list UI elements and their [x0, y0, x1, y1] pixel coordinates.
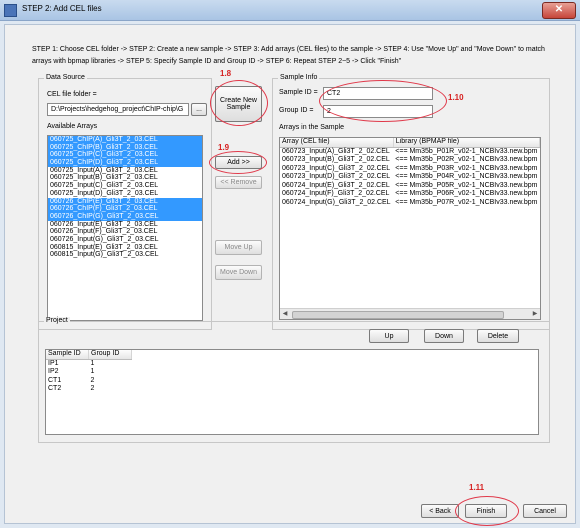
array-list-item[interactable]: 060726_ChIP(F)_Gli3T_2_03.CEL	[48, 205, 202, 213]
array-list-item[interactable]: 060726_Input(G)_Gli3T_2_03.CEL	[48, 236, 202, 244]
sample-id-label: Sample ID =	[279, 89, 318, 96]
array-list-item[interactable]: 060725_ChIP(C)_Gli3T_2_03.CEL	[48, 151, 202, 160]
close-button[interactable]: ✕	[542, 2, 576, 19]
array-cell: 060723_Input(A)_Gli3T_2_02.CEL	[282, 147, 390, 155]
scroll-right-icon[interactable]: ▶	[530, 309, 540, 319]
sample-arrays-table[interactable]: Array (CEL file) Library (BPMAP file) 06…	[279, 137, 541, 320]
table-row[interactable]: 060723_Input(D)_Gli3T_2_02.CEL <== Mm35b_…	[280, 173, 540, 182]
annotation-oval-create	[210, 80, 268, 126]
window-title: STEP 2: Add CEL files	[22, 4, 102, 13]
sample-id-cell: CT2	[48, 385, 62, 392]
table-row[interactable]: 060723_Input(B)_Gli3T_2_02.CEL <== Mm35b_…	[280, 156, 540, 165]
annotation-oval-finish	[455, 496, 519, 526]
array-list-item[interactable]: 060726_ChIP(E)_Gli3T_2_03.CEL	[48, 197, 202, 206]
dialog-body: STEP 1: Choose CEL folder -> STEP 2: Cre…	[4, 24, 576, 526]
library-cell: <== Mm35b_P03R_v02-1_NCBIv33.new.bpm	[395, 164, 538, 172]
library-cell: <== Mm35b_P06R_v02-1_NCBIv33.new.bpm	[395, 190, 538, 197]
scroll-left-icon[interactable]: ◀	[280, 309, 290, 319]
table-row[interactable]: IP2 1	[46, 368, 132, 377]
annotation-1-8: 1.8	[220, 69, 232, 78]
array-list-item[interactable]: 060725_ChIP(A)_Gli3T_2_03.CEL	[48, 136, 202, 144]
table-row[interactable]: 060723_Input(C)_Gli3T_2_02.CEL <== Mm35b_…	[280, 165, 540, 174]
library-cell: <== Mm35b_P01R_v02-1_NCBIv33.new.bpm	[395, 147, 538, 155]
app-icon	[4, 4, 17, 17]
title-bar: STEP 2: Add CEL files ✕	[0, 0, 580, 21]
array-cell: 060724_Input(E)_Gli3T_2_02.CEL	[282, 181, 390, 189]
array-list-item[interactable]: 060725_ChIP(D)_Gli3T_2_03.CEL	[48, 159, 202, 167]
project-grid: Sample ID Group ID IP1 1 IP2 1 CT1 2 CT2 2	[46, 350, 132, 394]
array-list-item[interactable]: 060726_Input(E)_Gli3T_2_03.CEL	[48, 221, 202, 229]
array-list-item[interactable]: 060725_Input(B)_Gli3T_2_03.CEL	[48, 174, 202, 182]
project-table[interactable]: Sample ID Group ID IP1 1 IP2 1 CT1 2 CT2 2	[45, 349, 539, 435]
sample-arrays-grid: Array (CEL file) Library (BPMAP file) 06…	[280, 138, 540, 207]
group-id-cell: 2	[90, 385, 95, 392]
annotation-oval-sample-info	[319, 80, 447, 122]
array-list-item[interactable]: 060725_Input(D)_Gli3T_2_03.CEL	[48, 190, 202, 198]
scroll-thumb[interactable]	[292, 311, 504, 319]
data-source-label: Data Source	[44, 74, 87, 81]
col-group-id-header[interactable]: Group ID	[88, 350, 132, 360]
table-row[interactable]: IP1 1	[46, 359, 132, 368]
sample-id-cell: IP1	[48, 359, 59, 367]
table-row[interactable]: 060723_Input(A)_Gli3T_2_02.CEL <== Mm35b_…	[280, 147, 540, 156]
array-list-item[interactable]: 060725_Input(A)_Gli3T_2_03.CEL	[48, 167, 202, 175]
col-array-header[interactable]: Array (CEL file)	[280, 138, 394, 148]
array-list-item[interactable]: 060815_Input(G)_Gli3T_2_03.CEL	[48, 251, 202, 259]
available-arrays-list[interactable]: 060725_ChIP(A)_Gli3T_2_03.CEL 060725_ChIP…	[47, 135, 203, 321]
table-row[interactable]: 060724_Input(E)_Gli3T_2_02.CEL <== Mm35b_…	[280, 182, 540, 191]
annotation-1-10: 1.10	[448, 93, 464, 102]
array-list-item[interactable]: 060815_Input(E)_Gli3T_2_03.CEL	[48, 244, 202, 252]
array-cell: 060724_Input(G)_Gli3T_2_02.CEL	[282, 198, 391, 206]
project-up-button[interactable]: Up	[369, 329, 409, 343]
table-row[interactable]: 060724_Input(G)_Gli3T_2_02.CEL <== Mm35b_…	[280, 199, 540, 208]
remove-button[interactable]: << Remove	[215, 176, 262, 189]
group-id-label: Group ID =	[279, 107, 314, 114]
table-row[interactable]: CT1 2	[46, 377, 132, 386]
browse-button[interactable]: ...	[191, 103, 207, 116]
project-delete-button[interactable]: Delete	[477, 329, 519, 343]
library-cell: <== Mm35b_P04R_v02-1_NCBIv33.new.bpm	[395, 173, 538, 180]
sample-info-label: Sample Info	[278, 74, 320, 81]
cel-folder-label: CEL file folder =	[47, 91, 97, 98]
project-label: Project	[44, 317, 70, 324]
col-sample-id-header[interactable]: Sample ID	[46, 350, 89, 360]
library-cell: <== Mm35b_P02R_v02-1_NCBIv33.new.bpm	[395, 156, 538, 163]
project-group: Project Up Down Delete Sample ID Group I…	[38, 317, 550, 443]
library-cell: <== Mm35b_P05R_v02-1_NCBIv33.new.bpm	[395, 181, 538, 189]
instructions-text: STEP 1: Choose CEL folder -> STEP 2: Cre…	[32, 46, 545, 65]
annotation-1-11: 1.11	[469, 483, 485, 492]
array-list-item[interactable]: 060726_ChIP(G)_Gli3T_2_03.CEL	[48, 212, 202, 221]
col-library-header[interactable]: Library (BPMAP file)	[393, 138, 540, 148]
available-arrays-label: Available Arrays	[47, 123, 98, 130]
array-list-item[interactable]: 060725_Input(C)_Gli3T_2_03.CEL	[48, 182, 202, 190]
project-down-button[interactable]: Down	[424, 329, 464, 343]
array-cell: 060723_Input(C)_Gli3T_2_02.CEL	[282, 164, 391, 172]
table-row[interactable]: 060724_Input(F)_Gli3T_2_02.CEL <== Mm35b_…	[280, 190, 540, 199]
table-row[interactable]: CT2 2	[46, 385, 132, 394]
move-down-button[interactable]: Move Down	[215, 265, 262, 280]
sample-id-cell: IP2	[48, 368, 59, 375]
data-source-group: Data Source CEL file folder = D:\Project…	[38, 74, 212, 330]
group-id-cell: 1	[90, 359, 95, 367]
cel-folder-input[interactable]: D:\Projects\hedgehog_project\ChIP-chip\G	[47, 103, 189, 116]
sample-id-cell: CT1	[48, 376, 62, 384]
annotation-oval-add	[209, 151, 267, 174]
array-list-item[interactable]: 060726_Input(F)_Gli3T_2_03.CEL	[48, 228, 202, 236]
array-cell: 060723_Input(D)_Gli3T_2_02.CEL	[282, 173, 391, 180]
array-list-item[interactable]: 060725_ChIP(B)_Gli3T_2_03.CEL	[48, 143, 202, 152]
group-id-cell: 1	[90, 368, 95, 375]
horizontal-scrollbar[interactable]: ◀ ▶	[280, 308, 540, 319]
arrays-in-sample-label: Arrays in the Sample	[279, 124, 344, 131]
array-cell: 060723_Input(B)_Gli3T_2_02.CEL	[282, 156, 390, 163]
array-cell: 060724_Input(F)_Gli3T_2_02.CEL	[282, 190, 390, 197]
cancel-button[interactable]: Cancel	[523, 504, 567, 518]
annotation-1-9: 1.9	[218, 143, 230, 152]
back-button[interactable]: < Back	[421, 504, 459, 518]
move-up-button[interactable]: Move Up	[215, 240, 262, 255]
library-cell: <== Mm35b_P07R_v02-1_NCBIv33.new.bpm	[395, 198, 538, 206]
group-id-cell: 2	[90, 376, 95, 384]
